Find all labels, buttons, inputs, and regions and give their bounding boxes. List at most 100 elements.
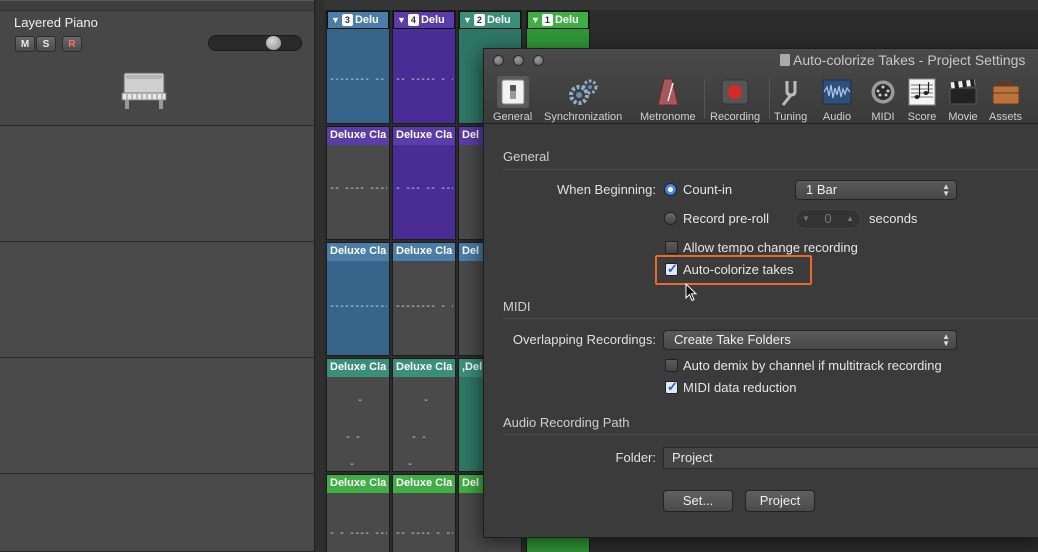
- tab-general-label: General: [493, 111, 533, 123]
- set-folder-button[interactable]: Set...: [663, 490, 733, 512]
- midi-data-reduction-checkbox[interactable]: [665, 379, 678, 395]
- take-region-label: Deluxe Cla: [393, 243, 455, 261]
- take-region[interactable]: Deluxe Cla - - - -: [326, 358, 390, 472]
- count-in-dropdown[interactable]: 1 Bar ▲ ▼: [795, 180, 957, 200]
- project-folder-button[interactable]: Project: [745, 490, 815, 512]
- take-folder-header[interactable]: ▼ 2 Delu: [459, 11, 521, 29]
- section-divider: [503, 169, 1038, 170]
- tab-recording[interactable]: Recording: [710, 76, 760, 123]
- track-name[interactable]: Layered Piano: [14, 15, 98, 30]
- midi-region-body[interactable]: ‐‐ -‐‐‐ ‐ ‐‐‐: [393, 493, 455, 552]
- general-switch-icon: [496, 76, 529, 108]
- take-region[interactable]: Deluxe Cla ‐ -‐‐ ‐- -‐‐ -: [392, 126, 456, 240]
- take-number-badge: 2: [473, 14, 485, 26]
- take-region[interactable]: Deluxe Cla ‐- ‐‐‐- ‐‐-‐: [326, 126, 390, 240]
- metronome-icon: [652, 76, 684, 108]
- tab-midi[interactable]: MIDI: [867, 76, 899, 123]
- folder-disclosure-icon[interactable]: ▼: [331, 12, 340, 28]
- auto-colorize-highlight: [655, 255, 812, 285]
- tab-tuning-label: Tuning: [774, 111, 808, 123]
- folder-disclosure-icon[interactable]: ▼: [463, 12, 472, 28]
- take-folder-header[interactable]: ▼ 3 Delu: [327, 11, 389, 29]
- midi-region-body[interactable]: ‐‐‐‐-‐‐‐ ‐ ‐-‐: [393, 261, 455, 355]
- auto-demix-checkbox[interactable]: [665, 359, 678, 372]
- folder-path-field[interactable]: Project: [663, 447, 1038, 469]
- allow-tempo-change-label[interactable]: Allow tempo change recording: [683, 240, 858, 255]
- track-header-layered-piano[interactable]: Layered Piano M S R: [0, 0, 314, 126]
- toolbar-separator: [704, 79, 705, 119]
- folder-disclosure-icon[interactable]: ▼: [397, 12, 406, 28]
- midi-region-body[interactable]: - - - -: [327, 377, 389, 471]
- tab-audio-label: Audio: [822, 111, 852, 123]
- tab-general[interactable]: General: [493, 76, 532, 123]
- toolbar-separator: [769, 79, 770, 119]
- tab-metronome[interactable]: Metronome: [640, 76, 696, 123]
- tab-movie[interactable]: Movie: [947, 76, 979, 123]
- take-region[interactable]: Deluxe Cla ‐‐ -‐‐‐ ‐ ‐‐‐: [392, 474, 456, 552]
- tab-metronome-label: Metronome: [640, 111, 696, 123]
- take-region[interactable]: Deluxe Cla ‐‐‐‐-‐‐-‐‐‐‐‐‐‐: [326, 242, 390, 356]
- tab-tuning[interactable]: Tuning: [774, 76, 807, 123]
- tab-assets[interactable]: Assets: [989, 76, 1022, 123]
- midi-region-body[interactable]: ‐ -‐‐ ‐- -‐‐ -: [393, 145, 455, 239]
- record-preroll-radio[interactable]: [664, 212, 677, 225]
- midi-region-body[interactable]: ‐ ‐ ‐-‐‐ -‐‐: [327, 493, 389, 552]
- take-region[interactable]: Deluxe Cla ‐‐‐‐-‐‐‐ ‐ ‐-‐: [392, 242, 456, 356]
- preroll-stepper[interactable]: ▼ 0 ▲: [795, 209, 861, 229]
- take-folder-name: Delu: [420, 14, 445, 26]
- ruler-strip: [324, 0, 1038, 10]
- folder-disclosure-icon[interactable]: ▼: [531, 12, 540, 28]
- count-in-label[interactable]: Count-in: [683, 182, 732, 197]
- take-region[interactable]: Deluxe Cla - - - -: [392, 358, 456, 472]
- overlapping-recordings-dropdown[interactable]: Create Take Folders ▲ ▼: [663, 330, 957, 350]
- auto-demix-label[interactable]: Auto demix by channel if multitrack reco…: [683, 358, 942, 373]
- record-enable-button[interactable]: R: [62, 36, 82, 52]
- volume-slider[interactable]: [208, 35, 302, 51]
- midi-icon: [867, 76, 899, 108]
- record-icon: [719, 76, 751, 108]
- zoom-window-button[interactable]: [533, 55, 544, 66]
- midi-region-body[interactable]: ‐‐‐‐-‐‐-‐‐‐‐‐‐‐: [327, 261, 389, 355]
- take-region[interactable]: Deluxe Cla ‐ ‐ ‐-‐‐ -‐‐: [326, 474, 390, 552]
- tab-score[interactable]: Score: [906, 76, 938, 123]
- take-region-label: Deluxe Cla: [393, 127, 455, 145]
- project-settings-dialog: Auto-colorize Takes - Project Settings G…: [483, 48, 1038, 538]
- tab-audio[interactable]: Audio: [821, 76, 853, 123]
- stepper-decrement-icon[interactable]: ▼: [802, 210, 810, 228]
- take-region-label: Deluxe Cla: [393, 475, 455, 493]
- panel-divider[interactable]: [314, 0, 324, 552]
- solo-button[interactable]: S: [36, 36, 56, 52]
- midi-data-reduction-label[interactable]: MIDI data reduction: [683, 380, 796, 395]
- midi-region-body[interactable]: - - - -: [393, 377, 455, 471]
- tab-recording-label: Recording: [710, 111, 761, 123]
- take-folder-header[interactable]: ▼ 4 Delu: [393, 11, 455, 29]
- minimize-window-button[interactable]: [513, 55, 524, 66]
- waveform-icon: [821, 76, 853, 108]
- count-in-radio[interactable]: [664, 183, 677, 196]
- volume-slider-knob[interactable]: [266, 36, 281, 50]
- gears-icon: [567, 76, 599, 108]
- close-window-button[interactable]: [493, 55, 504, 66]
- stepper-increment-icon[interactable]: ▲: [846, 210, 854, 228]
- take-folder-header[interactable]: ▼ 1 Delu: [527, 11, 589, 29]
- track-lane-take-5: [0, 474, 314, 552]
- take-folder-region[interactable]: ▼3Delu ---‐-‐-- -‐ -- -: [326, 10, 390, 124]
- take-folder-region[interactable]: ▼4Delu ‐‐ -‐‐‐- - - -: [392, 10, 456, 124]
- section-title-general: General: [503, 149, 550, 164]
- allow-tempo-change-checkbox[interactable]: [665, 241, 678, 254]
- take-region-label: Deluxe Cla: [327, 243, 389, 261]
- mute-button[interactable]: M: [15, 36, 35, 52]
- dialog-titlebar[interactable]: Auto-colorize Takes - Project Settings G…: [484, 49, 1038, 124]
- take-folder-column: ▼4Delu ‐‐ -‐‐‐- - - - Deluxe Cla ‐ -‐‐ ‐…: [392, 10, 458, 552]
- tab-assets-label: Assets: [989, 111, 1023, 123]
- midi-region-body[interactable]: ‐‐ -‐‐‐- - - -: [393, 29, 455, 123]
- midi-region-body[interactable]: ---‐-‐-- -‐ -- -: [327, 29, 389, 123]
- midi-region-body[interactable]: ‐- ‐‐‐- ‐‐-‐: [327, 145, 389, 239]
- overlapping-recordings-value: Create Take Folders: [674, 332, 791, 347]
- popup-arrows-icon: ▲ ▼: [942, 182, 950, 198]
- section-title-midi: MIDI: [503, 299, 531, 314]
- section-divider: [503, 318, 1038, 319]
- tab-score-label: Score: [907, 111, 937, 123]
- tab-synchronization[interactable]: Synchronization: [544, 76, 622, 123]
- record-preroll-label[interactable]: Record pre-roll: [683, 211, 769, 226]
